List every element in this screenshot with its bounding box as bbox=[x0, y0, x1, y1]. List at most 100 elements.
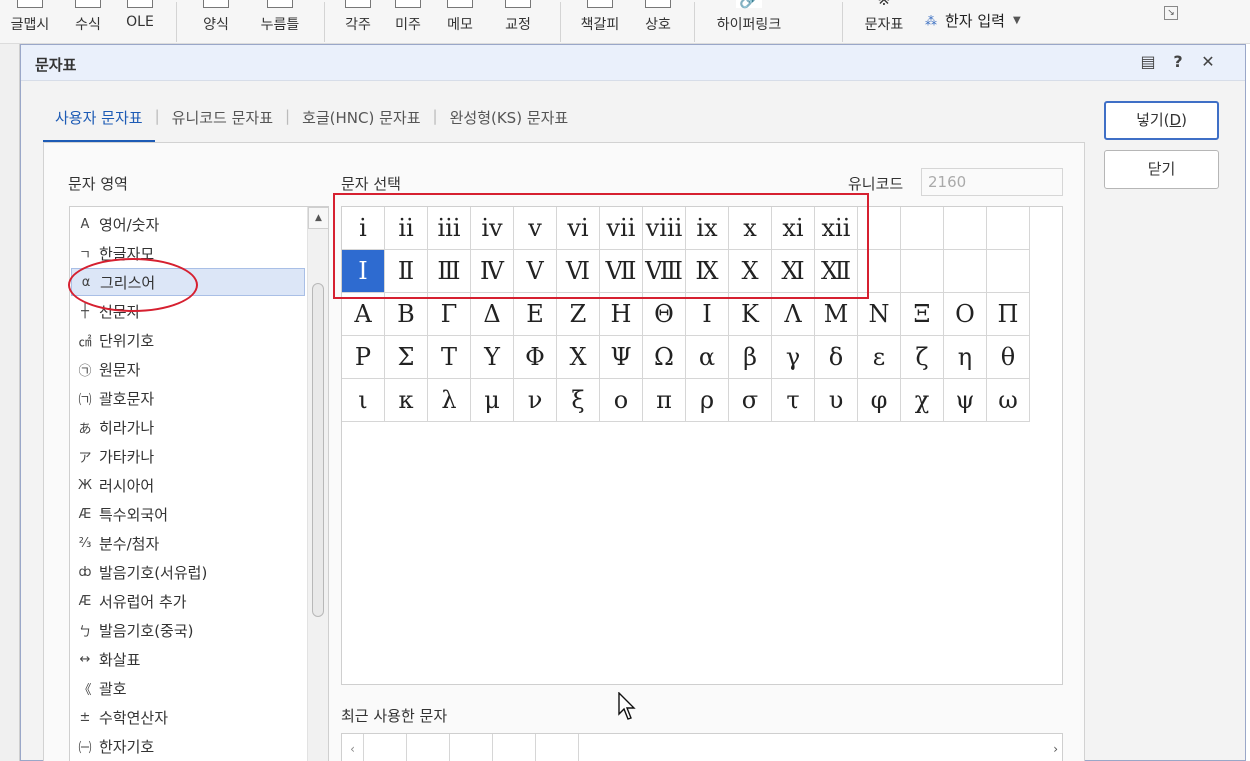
category-item[interactable]: ± 수학연산자 bbox=[71, 703, 305, 731]
ribbon-form-button[interactable]: 양식 bbox=[190, 0, 242, 34]
ribbon-crossref-button[interactable]: 상호 bbox=[636, 0, 680, 34]
char-cell[interactable] bbox=[944, 250, 987, 293]
char-cell[interactable]: Σ bbox=[385, 336, 428, 379]
char-cell[interactable]: Κ bbox=[729, 293, 772, 336]
tab-ks-charmap[interactable]: 완성형(KS) 문자표 bbox=[438, 101, 581, 143]
tab-user-charmap[interactable]: 사용자 문자표 bbox=[43, 101, 155, 143]
char-cell[interactable] bbox=[944, 207, 987, 250]
category-item[interactable]: ȸ 발음기호(서유럽) bbox=[71, 558, 305, 586]
char-cell[interactable]: Χ bbox=[557, 336, 600, 379]
char-cell[interactable]: Ψ bbox=[600, 336, 643, 379]
char-cell[interactable]: θ bbox=[987, 336, 1030, 379]
ribbon-charmap-button[interactable]: ※문자표 bbox=[852, 0, 916, 34]
char-cell[interactable]: δ bbox=[815, 336, 858, 379]
ribbon-ole-button[interactable]: OLE bbox=[118, 0, 162, 34]
category-item[interactable]: 《 괄호 bbox=[71, 674, 305, 702]
unicode-field[interactable]: 2160 bbox=[921, 168, 1063, 196]
help-icon[interactable]: ? bbox=[1167, 51, 1189, 73]
category-item[interactable]: ㎠ 단위기호 bbox=[71, 326, 305, 354]
char-cell[interactable]: ω bbox=[987, 379, 1030, 422]
category-item[interactable]: ㄅ 발음기호(중국) bbox=[71, 616, 305, 644]
char-cell[interactable]: ζ bbox=[901, 336, 944, 379]
char-cell[interactable]: Β bbox=[385, 293, 428, 336]
char-cell[interactable]: Φ bbox=[514, 336, 557, 379]
char-cell[interactable]: φ bbox=[858, 379, 901, 422]
char-cell[interactable]: Γ bbox=[428, 293, 471, 336]
ribbon-memo-button[interactable]: 메모 bbox=[438, 0, 482, 34]
char-cell[interactable]: ρ bbox=[686, 379, 729, 422]
char-cell[interactable]: Ξ bbox=[901, 293, 944, 336]
char-cell[interactable]: Ν bbox=[858, 293, 901, 336]
char-cell[interactable] bbox=[901, 250, 944, 293]
category-item[interactable]: ↔ 화살표 bbox=[71, 645, 305, 673]
char-cell[interactable]: Μ bbox=[815, 293, 858, 336]
recent-char-cell[interactable] bbox=[493, 734, 536, 761]
ribbon-textart-button[interactable]: 글맵시 bbox=[4, 0, 56, 34]
char-cell[interactable]: ν bbox=[514, 379, 557, 422]
recent-char-cell[interactable] bbox=[364, 734, 407, 761]
char-cell[interactable]: Ι bbox=[686, 293, 729, 336]
char-cell[interactable]: Π bbox=[987, 293, 1030, 336]
char-cell[interactable]: Ο bbox=[944, 293, 987, 336]
tab-unicode-charmap[interactable]: 유니코드 문자표 bbox=[160, 101, 285, 143]
category-item[interactable]: ⅔ 분수/첨자 bbox=[71, 529, 305, 557]
char-cell[interactable]: ε bbox=[858, 336, 901, 379]
char-cell[interactable]: Τ bbox=[428, 336, 471, 379]
ribbon-footnote-button[interactable]: 각주 bbox=[336, 0, 380, 34]
dialog-menu-icon[interactable]: ▤ bbox=[1137, 51, 1159, 73]
ribbon-hyperlink-button[interactable]: 🔗하이퍼링크 bbox=[704, 0, 794, 34]
category-item[interactable]: Æ 특수외국어 bbox=[71, 500, 305, 528]
char-cell[interactable]: ξ bbox=[557, 379, 600, 422]
char-cell[interactable]: ψ bbox=[944, 379, 987, 422]
close-button[interactable]: 닫기 bbox=[1104, 150, 1219, 189]
recent-scroll-left-icon[interactable]: ‹ bbox=[342, 734, 364, 761]
char-cell[interactable]: Ρ bbox=[342, 336, 385, 379]
group-expand-icon[interactable]: ↘ bbox=[1164, 6, 1178, 20]
char-cell[interactable]: τ bbox=[772, 379, 815, 422]
category-item[interactable]: ㉠ 원문자 bbox=[71, 355, 305, 383]
recent-char-cell[interactable] bbox=[536, 734, 579, 761]
category-item[interactable]: ㈀ 괄호문자 bbox=[71, 384, 305, 412]
char-cell[interactable]: Ε bbox=[514, 293, 557, 336]
close-icon[interactable]: ✕ bbox=[1197, 51, 1219, 73]
category-item[interactable]: ㈠ 한자기호 bbox=[71, 732, 305, 760]
char-cell[interactable]: λ bbox=[428, 379, 471, 422]
char-cell[interactable] bbox=[987, 207, 1030, 250]
recent-char-cell[interactable] bbox=[450, 734, 493, 761]
ribbon-bookmark-button[interactable]: 책갈피 bbox=[572, 0, 628, 34]
category-item[interactable]: A 영어/숫자 bbox=[71, 210, 305, 238]
char-cell[interactable] bbox=[901, 207, 944, 250]
char-cell[interactable]: ο bbox=[600, 379, 643, 422]
char-cell[interactable]: Α bbox=[342, 293, 385, 336]
char-cell[interactable]: α bbox=[686, 336, 729, 379]
char-cell[interactable]: Λ bbox=[772, 293, 815, 336]
ribbon-field-button[interactable]: 누름틀 bbox=[250, 0, 310, 34]
category-item[interactable]: ア 가타카나 bbox=[71, 442, 305, 470]
char-cell[interactable]: β bbox=[729, 336, 772, 379]
char-cell[interactable]: ι bbox=[342, 379, 385, 422]
char-cell[interactable]: σ bbox=[729, 379, 772, 422]
char-cell[interactable]: π bbox=[643, 379, 686, 422]
insert-button[interactable]: 넣기(D) bbox=[1104, 101, 1219, 140]
char-cell[interactable]: μ bbox=[471, 379, 514, 422]
char-cell[interactable]: Υ bbox=[471, 336, 514, 379]
scroll-thumb[interactable] bbox=[312, 283, 324, 617]
recent-scroll-right-icon[interactable]: › bbox=[1053, 734, 1058, 761]
category-item[interactable]: Ж 러시아어 bbox=[71, 471, 305, 499]
category-item[interactable]: Æ 서유럽어 추가 bbox=[71, 587, 305, 615]
ribbon-endnote-button[interactable]: 미주 bbox=[386, 0, 430, 34]
tab-hnc-charmap[interactable]: 호글(HNC) 문자표 bbox=[290, 101, 432, 143]
char-cell[interactable]: γ bbox=[772, 336, 815, 379]
recent-char-cell[interactable] bbox=[407, 734, 450, 761]
char-cell[interactable]: υ bbox=[815, 379, 858, 422]
category-scrollbar[interactable]: ▲ bbox=[307, 207, 328, 761]
ribbon-proofread-button[interactable]: 교정 bbox=[492, 0, 544, 34]
char-cell[interactable]: χ bbox=[901, 379, 944, 422]
char-cell[interactable]: Ω bbox=[643, 336, 686, 379]
char-cell[interactable]: Δ bbox=[471, 293, 514, 336]
char-cell[interactable]: κ bbox=[385, 379, 428, 422]
hanja-input-dropdown[interactable]: ⁂ 한자 입력 ▼ bbox=[925, 10, 1021, 31]
category-item[interactable]: あ 히라가나 bbox=[71, 413, 305, 441]
scroll-up-icon[interactable]: ▲ bbox=[308, 207, 328, 229]
char-cell[interactable]: Θ bbox=[643, 293, 686, 336]
